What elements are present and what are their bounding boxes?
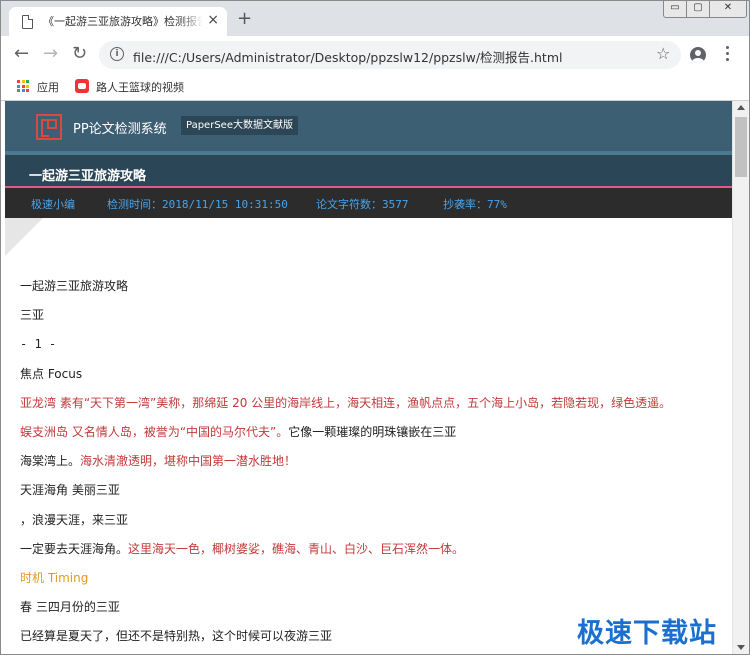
info-icon[interactable]: i bbox=[110, 47, 124, 61]
minimize-icon: ▭ bbox=[670, 2, 680, 13]
vertical-scrollbar[interactable] bbox=[732, 101, 749, 654]
content-segment: ，浪漫天涯，来三亚 bbox=[20, 512, 129, 527]
account-icon[interactable] bbox=[690, 47, 706, 63]
content-line: 亚龙湾 素有“天下第一湾”美称，那绵延 20 公里的海岸线上，海天相连，渔帆点点… bbox=[20, 395, 725, 424]
tab-title: 《一起游三亚旅游攻略》检测报告 bbox=[43, 15, 203, 28]
new-tab-button[interactable]: + bbox=[237, 10, 252, 28]
report-header: PP论文检测系统 PaperSee大数据文献版 bbox=[5, 101, 732, 151]
url-text[interactable]: file:///C:/Users/Administrator/Desktop/p… bbox=[133, 47, 563, 66]
content-line: 蜈支洲岛 又名情人岛，被誉为“中国的马尔代夫”。它像一颗璀璨的明珠镶嵌在三亚 bbox=[20, 424, 725, 453]
content-line: 一起游三亚旅游攻略 bbox=[20, 278, 725, 307]
maximize-button[interactable]: ▢ bbox=[686, 1, 710, 18]
content-segment: 海水清澈透明，堪称中国第一潜水胜地！ bbox=[80, 454, 297, 469]
browser-toolbar: ← → ↻ i file:///C:/Users/Administrator/D… bbox=[1, 36, 749, 74]
back-button[interactable]: ← bbox=[14, 43, 29, 65]
browser-window: 《一起游三亚旅游攻略》检测报告 × + ▭ ▢ ✕ ← → ↻ i file:/… bbox=[0, 0, 750, 655]
tab-report[interactable]: 《一起游三亚旅游攻略》检测报告 × bbox=[9, 7, 227, 36]
content-segment: 春 三四月份的三亚 bbox=[20, 600, 120, 615]
edition-badge: PaperSee大数据文献版 bbox=[181, 116, 298, 135]
content-line: 时机 Timing bbox=[20, 570, 725, 599]
bookmark-video[interactable]: 路人王篮球的视频 bbox=[96, 79, 184, 95]
address-bar[interactable]: i file:///C:/Users/Administrator/Desktop… bbox=[99, 41, 681, 69]
title-bar: 《一起游三亚旅游攻略》检测报告 × + ▭ ▢ ✕ bbox=[1, 1, 749, 36]
scroll-down-icon[interactable] bbox=[737, 645, 745, 650]
report-title-bar: 一起游三亚旅游攻略 bbox=[5, 151, 732, 188]
content-line: 天涯海角 美丽三亚 bbox=[20, 482, 725, 511]
meta-chars: 论文字符数：3577 bbox=[316, 198, 409, 211]
minimize-button[interactable]: ▭ bbox=[663, 1, 687, 18]
close-window-button[interactable]: ✕ bbox=[709, 1, 747, 18]
scroll-up-icon[interactable] bbox=[737, 105, 745, 110]
meta-author: 极速小编 bbox=[31, 198, 75, 211]
close-tab-icon[interactable]: × bbox=[207, 12, 219, 28]
page-corner-fold bbox=[5, 218, 43, 256]
content-segment: 三亚 bbox=[20, 308, 45, 323]
report-title: 一起游三亚旅游攻略 bbox=[29, 169, 147, 184]
menu-icon[interactable] bbox=[726, 46, 730, 64]
document-icon bbox=[22, 15, 33, 29]
bookmarks-bar: 应用 路人王篮球的视频 bbox=[1, 74, 749, 101]
bookmark-star-icon[interactable]: ☆ bbox=[656, 44, 670, 63]
content-segment: 时机 Timing bbox=[20, 570, 89, 585]
content-segment: 已经算是夏天了，但还不是特别热，这个时候可以夜游三亚 bbox=[20, 629, 333, 644]
content-segment: 亚龙湾 素有“天下第一湾”美称，那绵延 20 公里的海岸线上，海天相连，渔帆点点… bbox=[20, 395, 672, 410]
report-content: 一起游三亚旅游攻略 三亚 - 1 - 焦点 Focus 亚龙湾 素有“天下第一湾”美称，… bbox=[20, 278, 725, 654]
apps-icon[interactable] bbox=[17, 80, 29, 92]
meta-rate: 抄袭率：77% bbox=[443, 198, 507, 211]
content-segment: 天涯海角 美丽三亚 bbox=[20, 483, 120, 498]
logo-icon bbox=[36, 114, 62, 140]
forward-button[interactable]: → bbox=[43, 43, 58, 65]
content-segment: 这里海天一色，椰树婆娑，礁海、青山、白沙、巨石浑然一体。 bbox=[128, 541, 465, 556]
scroll-thumb[interactable] bbox=[735, 117, 747, 177]
watermark: 极速下载站 bbox=[577, 618, 717, 649]
content-segment: 焦点 Focus bbox=[20, 366, 83, 381]
content-line: 焦点 Focus bbox=[20, 366, 725, 395]
content-line: - 1 - bbox=[20, 336, 725, 365]
system-name: PP论文检测系统 bbox=[73, 122, 167, 137]
content-line: 三亚 bbox=[20, 307, 725, 336]
content-segment: 一定要去天涯海角。 bbox=[20, 541, 129, 556]
content-segment: 蜈支洲岛 又名情人岛，被誉为“中国的马尔代夫”。 bbox=[20, 424, 289, 439]
content-line: 海棠湾上。海水清澈透明，堪称中国第一潜水胜地！ bbox=[20, 453, 725, 482]
maximize-icon: ▢ bbox=[693, 2, 703, 13]
content-segment: 一起游三亚旅游攻略 bbox=[20, 279, 129, 293]
meta-time: 检测时间：2018/11/15 10:31:50 bbox=[107, 198, 288, 211]
bilibili-icon bbox=[75, 79, 89, 93]
bookmark-apps[interactable]: 应用 bbox=[37, 79, 59, 95]
page-viewport: PP论文检测系统 PaperSee大数据文献版 一起游三亚旅游攻略 极速小编 检… bbox=[1, 101, 732, 654]
content-segment: 它像一颗璀璨的明珠镶嵌在三亚 bbox=[288, 424, 457, 439]
reload-button[interactable]: ↻ bbox=[72, 43, 87, 65]
close-icon: ✕ bbox=[723, 2, 733, 13]
content-segment: - 1 - bbox=[20, 337, 57, 352]
report-meta-bar: 极速小编 检测时间：2018/11/15 10:31:50 论文字符数：3577… bbox=[5, 188, 732, 218]
content-line: ，浪漫天涯，来三亚 bbox=[20, 512, 725, 541]
content-line: 一定要去天涯海角。这里海天一色，椰树婆娑，礁海、青山、白沙、巨石浑然一体。 bbox=[20, 541, 725, 570]
content-segment: 海棠湾上。 bbox=[20, 454, 81, 469]
